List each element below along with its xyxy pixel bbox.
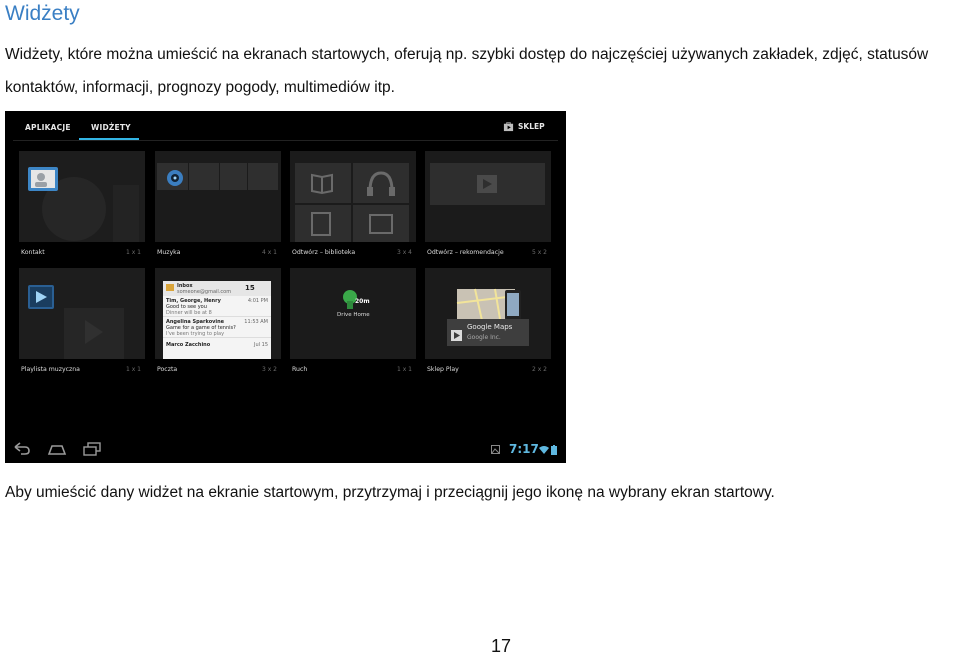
music-disc-icon — [167, 170, 183, 186]
battery-icon — [551, 445, 557, 455]
mail-count: 15 — [245, 284, 255, 292]
widget-name: Odtwórz – biblioteka — [292, 249, 356, 256]
widget-name: Odtwórz – rekomendacje — [427, 249, 504, 256]
wifi-icon — [539, 446, 549, 454]
app-name: Google Maps — [467, 323, 513, 331]
mail-message: Tim, George, Henry 4:01 PM Good to see y… — [163, 296, 271, 317]
widget-size: 2 x 2 — [532, 366, 547, 373]
traffic-minutes: 20m — [355, 298, 370, 305]
widget-name: Muzyka — [157, 249, 181, 256]
widget-preview — [19, 268, 145, 359]
mail-preview: Inbox someone@gmail.com 15 Tim, George, … — [163, 281, 271, 359]
widget-size: 1 x 1 — [126, 366, 141, 373]
page-heading: Widżety — [5, 2, 80, 25]
tab-applications[interactable]: APLIKACJE — [25, 123, 71, 132]
gallery-notification-icon[interactable] — [491, 445, 500, 454]
play-store-bag-icon — [477, 175, 497, 193]
widget-preview — [19, 151, 145, 242]
app-publisher: Google Inc. — [467, 334, 501, 341]
widget-preview — [155, 151, 281, 242]
store-button[interactable]: SKLEP — [503, 121, 545, 132]
tab-divider — [13, 140, 558, 141]
traffic-label: Drive Home — [337, 312, 370, 318]
mail-message: Angelina Sparkovine 11:53 AM Game for a … — [163, 317, 271, 338]
tab-widgets[interactable]: WIDŻETY — [91, 123, 131, 132]
widget-preview: Google Maps Google Inc. — [425, 268, 551, 359]
widget-name: Poczta — [157, 366, 178, 373]
widget-preview: Inbox someone@gmail.com 15 Tim, George, … — [155, 268, 281, 359]
widget-name: Sklep Play — [427, 366, 459, 373]
widget-preview: 20m Drive Home — [290, 268, 416, 359]
widget-tab-bar: APLIKACJE WIDŻETY SKLEP — [5, 111, 566, 141]
widget-size: 1 x 1 — [397, 366, 412, 373]
store-label: SKLEP — [518, 122, 545, 131]
widget-preview — [290, 151, 416, 242]
widget-name: Playlista muzyczna — [21, 366, 80, 373]
home-icon[interactable] — [47, 442, 67, 456]
system-nav-bar: 7:17 — [5, 437, 566, 463]
widget-size: 1 x 1 — [126, 249, 141, 256]
contact-icon — [28, 167, 58, 191]
recent-apps-icon[interactable] — [83, 442, 101, 456]
widgets-screenshot: APLIKACJE WIDŻETY SKLEP Kontakt 1 x 1 Mu… — [5, 111, 566, 463]
widget-preview — [425, 151, 551, 242]
status-clock: 7:17 — [509, 442, 539, 456]
playlist-icon — [28, 285, 54, 309]
mail-icon — [166, 284, 174, 291]
back-icon[interactable] — [13, 442, 31, 456]
store-bag-icon — [503, 122, 514, 132]
widget-size: 3 x 2 — [262, 366, 277, 373]
page-number: 17 — [491, 636, 512, 656]
instruction-paragraph: Aby umieścić dany widżet na ekranie star… — [5, 484, 775, 501]
widget-size: 5 x 2 — [532, 249, 547, 256]
widget-name: Kontakt — [21, 249, 45, 256]
widget-size: 4 x 1 — [262, 249, 277, 256]
mail-message: Marco Zacchino Jul 15 — [166, 342, 268, 348]
play-store-bag-icon — [451, 330, 462, 341]
widget-name: Ruch — [292, 366, 308, 373]
widget-size: 3 x 4 — [397, 249, 412, 256]
intro-paragraph: Widżety, które można umieścić na ekranac… — [5, 46, 929, 96]
mail-account: someone@gmail.com — [177, 289, 232, 295]
